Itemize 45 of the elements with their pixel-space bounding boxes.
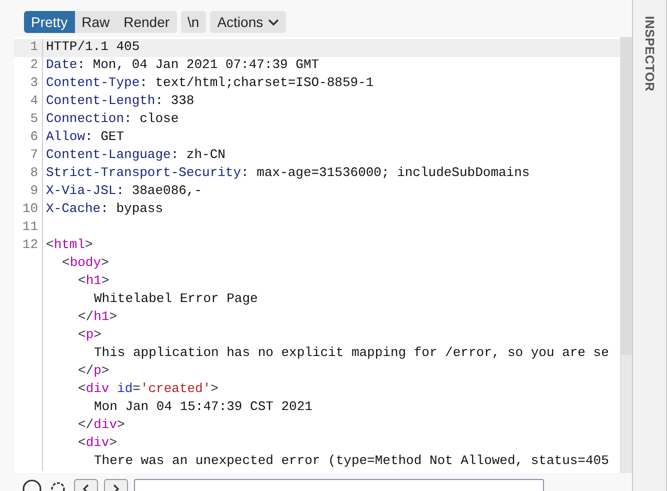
code-text: X-Via-JSL: 38ae086,- bbox=[45, 183, 202, 200]
code-text: There was an unexpected error (type=Method Not Allowed, status=405 bbox=[93, 453, 609, 470]
line-number: 2 bbox=[14, 57, 43, 75]
code-text: X-Cache: bypass bbox=[45, 201, 164, 218]
code-text: <div id='created'> bbox=[77, 381, 218, 398]
code-text: </div> bbox=[77, 417, 125, 434]
chevron-right-icon bbox=[112, 484, 120, 491]
line-number: 12 bbox=[14, 237, 43, 255]
code-text: <h1> bbox=[77, 273, 110, 290]
code-text: Allow: GET bbox=[45, 129, 124, 146]
line-number: 6 bbox=[14, 129, 43, 147]
code-text: This application has no explicit mapping for /error, so you are se bbox=[93, 345, 609, 362]
line-number: 7 bbox=[14, 147, 43, 165]
chevron-down-icon bbox=[268, 18, 280, 26]
line-number: 4 bbox=[14, 93, 43, 111]
code-text: HTTP/1.1 405 bbox=[45, 39, 140, 56]
line-number: 9 bbox=[14, 183, 43, 201]
line-number: 8 bbox=[14, 165, 43, 183]
code-text: <div> bbox=[77, 435, 118, 452]
newline-toggle-button[interactable]: \n bbox=[180, 11, 206, 33]
line-number: 10 bbox=[14, 201, 43, 219]
line-number: 1 bbox=[14, 39, 43, 57]
inspector-tab[interactable]: INSPECTOR bbox=[642, 16, 656, 92]
code-text: Strict-Transport-Security: max-age=31536000; includeSubDomains bbox=[45, 165, 530, 182]
line-number: 5 bbox=[14, 111, 43, 129]
code-text: <body> bbox=[61, 255, 109, 272]
line-number: 11 bbox=[14, 219, 43, 237]
view-tab[interactable]: Pretty bbox=[24, 11, 75, 33]
code-text: Content-Length: 338 bbox=[45, 93, 194, 110]
code-text: </h1> bbox=[77, 309, 118, 326]
code-text: <p> bbox=[77, 327, 102, 344]
view-tab[interactable]: Raw bbox=[74, 11, 117, 33]
line-number: 3 bbox=[14, 75, 43, 93]
view-tab[interactable]: Render bbox=[116, 11, 177, 33]
code-text: <html> bbox=[45, 237, 93, 254]
code-text: Whitelabel Error Page bbox=[93, 291, 258, 308]
code-text: Content-Language: zh-CN bbox=[45, 147, 226, 164]
code-text: Connection: close bbox=[45, 111, 179, 128]
code-text: Mon Jan 04 15:47:39 CST 2021 bbox=[93, 399, 312, 416]
code-text: Content-Type: text/html;charset=ISO-8859-1 bbox=[45, 75, 374, 92]
chevron-left-icon bbox=[82, 484, 90, 491]
code-text: Date: Mon, 04 Jan 2021 07:47:39 GMT bbox=[45, 57, 320, 74]
code-text: </p> bbox=[77, 363, 110, 380]
actions-menu-button[interactable]: Actions bbox=[210, 11, 286, 33]
vertical-scrollbar[interactable] bbox=[621, 37, 632, 473]
